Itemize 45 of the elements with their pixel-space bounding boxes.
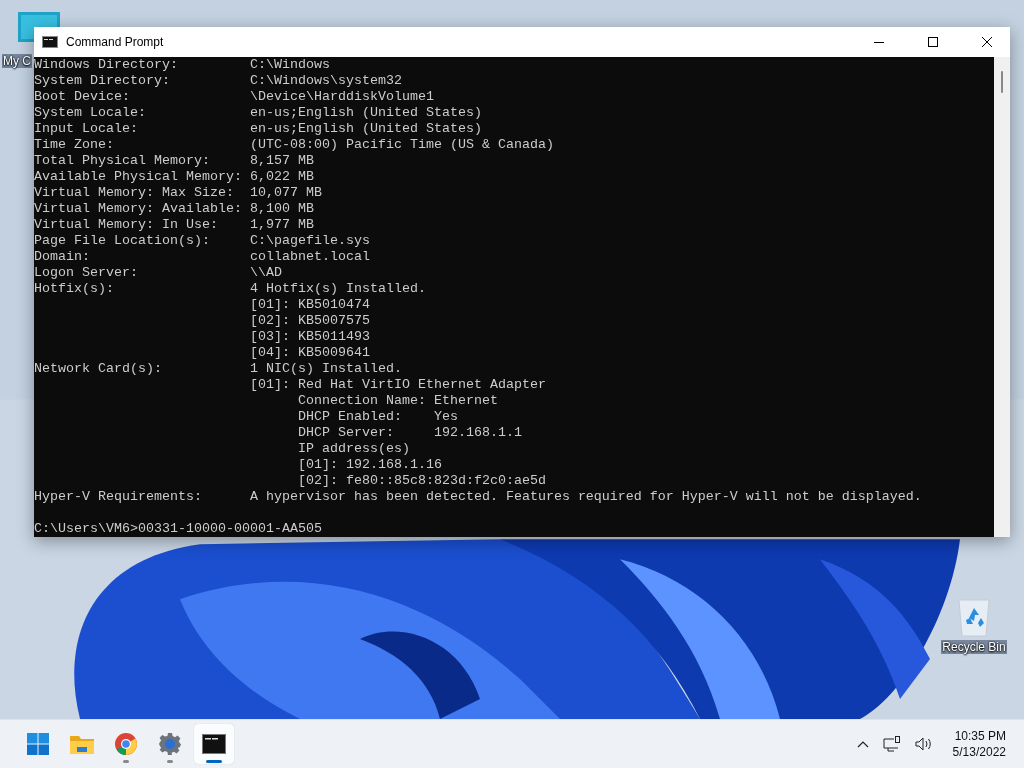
terminal-icon	[42, 36, 58, 48]
console-line: System Directory: C:\Windows\system32	[34, 73, 403, 89]
maximize-icon	[928, 37, 938, 47]
console-line: [03]: KB5011493	[248, 329, 371, 345]
console-line: Time Zone: (UTC-08:00) Pacific Time (US & Canada)	[34, 137, 555, 153]
minimize-icon	[874, 41, 884, 43]
console-line: Virtual Memory: In Use: 1,977 MB	[34, 217, 315, 233]
console-line: IP address(es)	[296, 441, 411, 457]
console-line: Total Physical Memory: 8,157 MB	[34, 153, 315, 169]
console-line: Network Card(s): 1 NIC(s) Installed.	[34, 361, 403, 377]
terminal-icon	[202, 734, 226, 754]
console-line: System Locale: en-us;English (United States)	[34, 105, 483, 121]
clock-time[interactable]: 10:35 PM	[954, 728, 1006, 744]
console-line: [04]: KB5009641	[248, 345, 371, 361]
console-line: C:\Users\VM6>00331-10000-00001-AA505	[34, 521, 323, 537]
scrollbar[interactable]	[994, 57, 1010, 537]
console-line: Boot Device: \Device\HarddiskVolume1	[34, 89, 435, 105]
recycle-bin-icon	[957, 598, 991, 638]
console-line: Available Physical Memory: 6,022 MB	[34, 169, 315, 185]
console-line: DHCP Enabled: Yes	[296, 409, 459, 425]
window-title: Command Prompt	[66, 35, 165, 49]
console-line: Virtual Memory: Max Size: 10,077 MB	[34, 185, 323, 201]
start-icon	[26, 732, 50, 756]
clock-date[interactable]: 5/13/2022	[952, 744, 1006, 760]
console-line: [01]: KB5010474	[248, 297, 371, 313]
console-line: [01]: Red Hat VirtIO Ethernet Adapter	[248, 377, 547, 393]
console-line: Connection Name: Ethernet	[296, 393, 499, 409]
taskbar-app-button[interactable]	[194, 724, 234, 764]
console-line: Virtual Memory: Available: 8,100 MB	[34, 201, 315, 217]
close-icon	[982, 37, 992, 47]
network-icon[interactable]	[880, 734, 903, 754]
console-line: Windows Directory: C:\Windows	[34, 57, 331, 73]
console-line: Input Locale: en-us;English (United States)	[34, 121, 483, 137]
folder-icon	[69, 733, 95, 755]
console-line: [01]: 192.168.1.16	[296, 457, 443, 473]
console-line: Logon Server: \\AD	[34, 265, 283, 281]
console-line: [02]: KB5007575	[248, 313, 371, 329]
console-line: Page File Location(s): C:\pagefile.sys	[34, 233, 371, 249]
console-line: [02]: fe80::85c8:823d:f2c0:ae5d	[296, 473, 547, 489]
gear-icon	[158, 732, 182, 756]
browser-icon	[114, 732, 138, 756]
console-line: Hyper-V Requirements: A hypervisor has been detected. Features required for Hyper-V will not be displayed.	[34, 489, 923, 505]
console-line: DHCP Server: 192.168.1.1	[296, 425, 523, 441]
console-line: Domain: collabnet.local	[34, 249, 371, 265]
console-line: Hotfix(s): 4 Hotfix(s) Installed.	[34, 281, 427, 297]
